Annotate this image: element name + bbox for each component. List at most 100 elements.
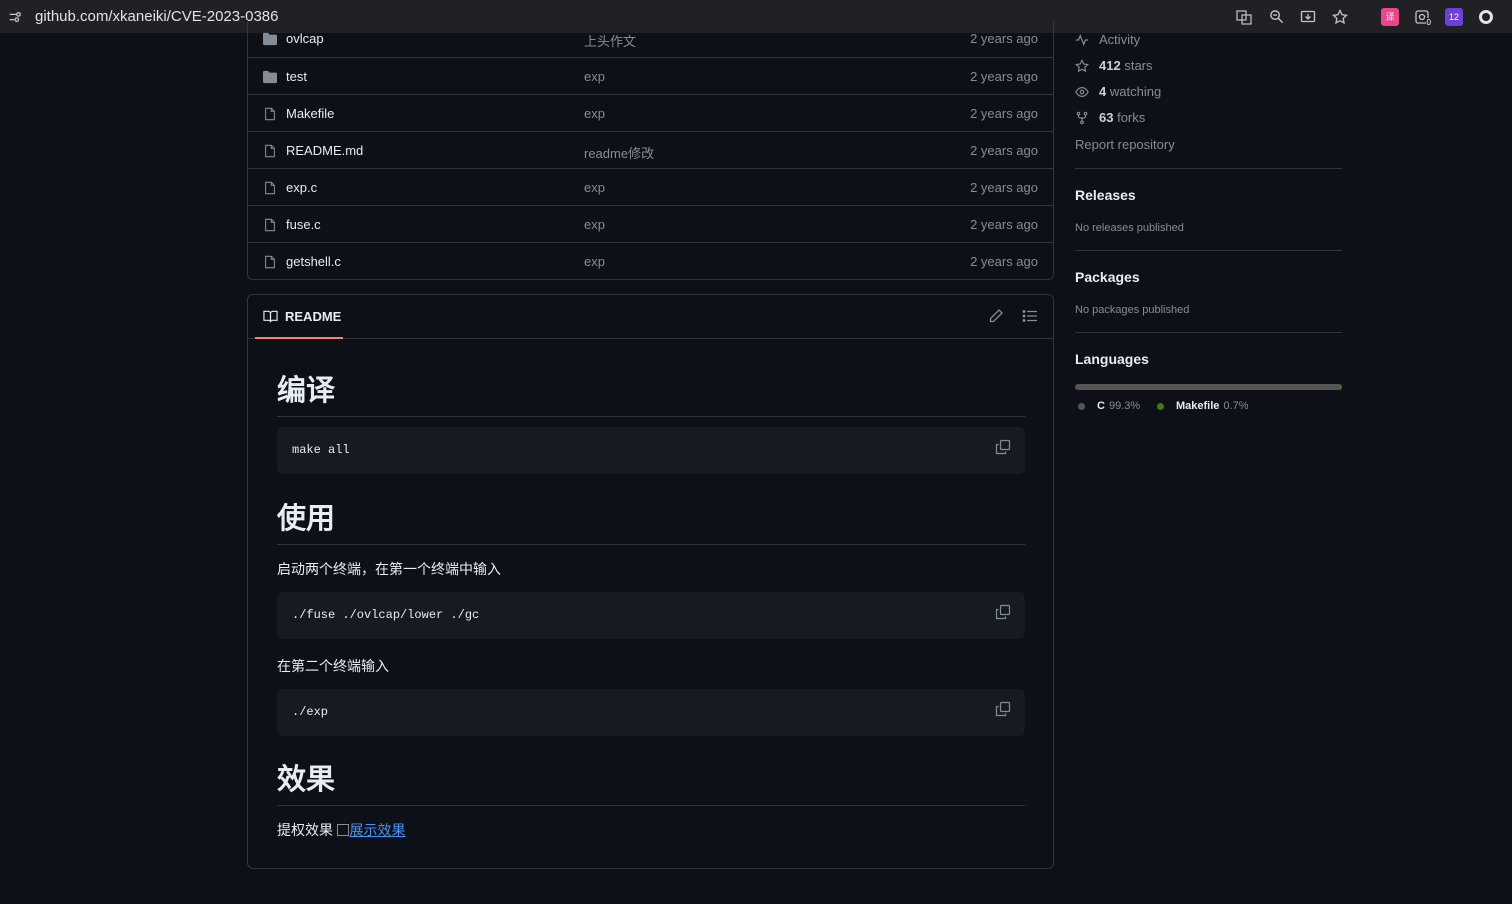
file-icon [265,181,275,195]
file-row[interactable]: getshell.c exp 2 years ago [248,242,1053,279]
activity-link[interactable]: Activity [1075,32,1140,47]
file-name[interactable]: README.md [286,143,363,158]
extension-badge: 译 [1381,7,1399,26]
stars-label: stars [1124,58,1153,73]
bookmark-star-icon[interactable] [1324,0,1356,33]
code-block: ./fuse ./ovlcap/lower ./gc [277,592,1025,639]
file-row[interactable]: Makefile exp 2 years ago [248,94,1053,131]
file-name[interactable]: Makefile [286,106,334,121]
heading-usage: 使用 [277,495,1025,545]
commit-message[interactable]: exp [584,254,605,269]
paragraph: 启动两个终端，在第一个终端中输入 [277,562,501,578]
forks-link[interactable]: 63 forks [1075,110,1145,125]
commit-date: 2 years ago [970,217,1038,232]
language-dot [1078,402,1085,410]
forks-count: 63 [1099,110,1114,125]
fork-icon [1076,111,1088,124]
file-name[interactable]: exp.c [286,180,317,195]
code-text: ./exp [292,705,329,719]
file-row[interactable]: test exp 2 years ago [248,57,1053,94]
extension-counter-icon[interactable]: 12 [1438,0,1470,33]
commit-date: 2 years ago [970,106,1038,121]
language-percent: 99.3% [1108,400,1141,412]
extension-badge: 12 [1445,7,1463,26]
broken-image-icon [337,824,350,836]
stars-count: 412 [1099,58,1121,73]
commit-date: 2 years ago [970,143,1038,158]
language-bar-segment [1075,384,1341,390]
paragraph: 在第二个终端输入 [277,659,389,675]
extension-translate-icon[interactable]: 译 [1374,0,1406,33]
commit-date: 2 years ago [970,254,1038,269]
languages-heading: Languages [1075,351,1149,367]
effect-image-link[interactable]: 展示效果 [349,823,405,839]
heading-effect: 效果 [277,756,1025,806]
file-icon [265,218,275,232]
watching-count: 4 [1099,84,1107,99]
language-name: Makefile [1176,400,1220,412]
commit-message[interactable]: readme修改 [584,143,654,162]
readme-header: README [248,295,1053,339]
report-repository-link[interactable]: Report repository [1075,137,1175,152]
file-name[interactable]: fuse.c [286,217,321,232]
file-row[interactable]: exp.c exp 2 years ago [248,168,1053,205]
code-text: make all [292,443,350,457]
edit-pencil-icon[interactable] [988,308,1004,324]
copy-icon[interactable] [995,604,1011,620]
install-app-icon[interactable] [1292,0,1324,33]
address-bar-url[interactable]: github.com/xkaneiki/CVE-2023-0386 [35,8,278,25]
code-text: ./fuse ./ovlcap/lower ./gc [292,608,480,622]
file-icon [265,144,275,158]
commit-message[interactable]: exp [584,69,605,84]
file-icon [265,107,275,121]
file-row[interactable]: README.md readme修改 2 years ago [248,131,1053,168]
divider [1075,168,1342,169]
file-row[interactable]: fuse.c exp 2 years ago [248,205,1053,242]
pulse-icon [1075,33,1089,46]
divider [1075,250,1342,251]
commit-message[interactable]: exp [584,180,605,195]
heading-compile: 编译 [277,367,1025,417]
stars-link[interactable]: 412 stars [1075,58,1153,73]
language-bar-segment [1340,384,1342,390]
packages-heading[interactable]: Packages [1075,269,1140,285]
report-label: Report repository [1075,137,1175,152]
divider [1075,332,1342,333]
file-name[interactable]: ovlcap [286,31,324,46]
folder-icon [263,70,277,84]
copy-icon[interactable] [995,701,1011,717]
commit-date: 2 years ago [970,69,1038,84]
commit-message[interactable]: exp [584,217,605,232]
commit-message[interactable]: 上头作文 [584,31,636,50]
copy-icon[interactable] [995,439,1011,455]
commit-date: 2 years ago [970,180,1038,195]
language-dot [1157,402,1164,410]
activity-label: Activity [1099,32,1141,47]
language-name: C [1097,400,1105,412]
releases-empty-text: No releases published [1075,222,1184,234]
language-item-c[interactable]: C 99.3% [1078,400,1140,412]
profile-icon[interactable] [1470,0,1502,33]
code-block: make all [277,427,1025,474]
translate-icon[interactable] [1228,0,1260,33]
forks-label: forks [1117,110,1146,125]
file-list: ovlcap 上头作文 2 years ago test exp 2 years… [247,20,1054,280]
language-item-makefile[interactable]: Makefile 0.7% [1157,400,1249,412]
file-icon [265,255,275,269]
extension-count: 0 [1425,18,1432,27]
outline-list-icon[interactable] [1022,308,1038,324]
extension-bug-icon[interactable]: 0 [1406,0,1438,33]
code-block: ./exp [277,689,1025,736]
readme-panel: README 编译 make all 使用 启动两个终端，在第一个终端中输入 .… [247,294,1054,869]
watchers-link[interactable]: 4 watching [1075,84,1161,99]
tab-readme[interactable]: README [255,295,343,339]
site-info-icon[interactable] [0,0,30,33]
releases-heading[interactable]: Releases [1075,187,1136,203]
language-percent: 0.7% [1223,400,1249,412]
file-name[interactable]: getshell.c [286,254,341,269]
commit-message[interactable]: exp [584,106,605,121]
effect-text: 提权效果 [277,823,333,839]
zoom-icon[interactable] [1260,0,1292,33]
file-row[interactable]: ovlcap 上头作文 2 years ago [248,20,1053,57]
file-name[interactable]: test [286,69,307,84]
